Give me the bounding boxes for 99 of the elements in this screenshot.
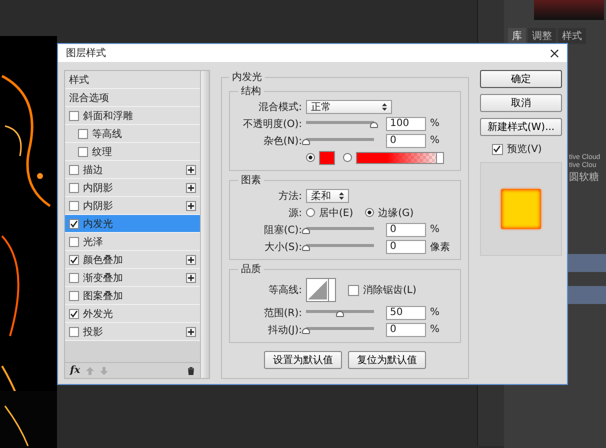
slider-thumb[interactable] (370, 122, 378, 128)
panel-tab[interactable]: 样式 (558, 28, 586, 44)
stepper-icon (339, 192, 344, 200)
radio-button[interactable] (365, 208, 374, 217)
action-button[interactable]: 取消 (480, 94, 562, 112)
style-item[interactable]: 等高线 (65, 125, 200, 143)
option-label: 居中(E) (319, 206, 354, 220)
style-item[interactable]: 图案叠加 (65, 287, 200, 305)
checkbox[interactable] (69, 326, 79, 336)
group-title: 结构 (240, 84, 262, 98)
value-field[interactable]: 0 (386, 240, 426, 254)
style-item[interactable]: 渐变叠加 (65, 269, 200, 287)
style-item[interactable]: 样式 (65, 71, 200, 89)
unit-label: % (430, 118, 440, 129)
group-title: 内发光 (231, 70, 263, 84)
style-item[interactable]: 描边 (65, 161, 200, 179)
close-icon[interactable] (550, 48, 559, 58)
checkbox[interactable] (78, 128, 88, 138)
field-label: 等高线: (268, 284, 302, 297)
slider-thumb[interactable] (302, 244, 310, 250)
style-item[interactable]: 混合选项 (65, 89, 200, 107)
add-icon[interactable] (186, 326, 196, 336)
panel-tab[interactable]: 调整 (528, 28, 556, 44)
group-title: 图素 (240, 174, 262, 187)
color-field[interactable] (534, 0, 604, 20)
fx-button[interactable]: fx (70, 365, 80, 376)
checkbox[interactable] (69, 272, 79, 282)
add-icon[interactable] (186, 164, 196, 174)
trash-icon[interactable] (187, 366, 195, 374)
style-item[interactable]: 斜面和浮雕 (65, 107, 200, 125)
radio-button[interactable] (306, 153, 315, 162)
radio-button[interactable] (343, 153, 352, 162)
field-label: 源: (288, 206, 302, 220)
panel-tab[interactable]: 库 (508, 28, 526, 44)
field-label: 阻塞(C): (262, 224, 302, 236)
blend-mode-dropdown[interactable]: 正常 (306, 100, 392, 114)
checkbox-label: 预览(V) (507, 143, 542, 156)
unit-label: % (430, 224, 440, 235)
checkbox[interactable] (348, 284, 359, 296)
action-button[interactable]: 新建样式(W)... (480, 118, 562, 136)
field-label: 不透明度(O): (242, 118, 302, 130)
default-button[interactable]: 复位为默认值 (348, 351, 426, 369)
group-title: 品质 (240, 262, 262, 276)
value-field[interactable]: 50 (386, 306, 426, 320)
unit-label: % (430, 307, 440, 318)
checkbox[interactable] (69, 308, 79, 318)
checkbox[interactable] (69, 218, 79, 228)
checkbox[interactable] (492, 144, 504, 154)
value-field[interactable]: 0 (386, 134, 426, 148)
checkbox[interactable] (69, 200, 79, 210)
window-title: 图层样式 (66, 46, 107, 60)
unit-label: 像素 (430, 240, 450, 254)
checkbox[interactable] (69, 236, 79, 246)
slider-thumb[interactable] (302, 328, 310, 334)
technique-dropdown[interactable]: 柔和 (306, 188, 349, 202)
slider-thumb[interactable] (302, 138, 310, 144)
value-field[interactable]: 0 (386, 222, 426, 236)
preview-swatch (501, 189, 541, 229)
slider-thumb[interactable] (302, 228, 310, 234)
style-item[interactable]: 光泽 (65, 233, 200, 251)
style-item[interactable]: 纹理 (65, 143, 200, 161)
default-button[interactable]: 设置为默认值 (264, 351, 342, 369)
gradient-picker[interactable] (356, 152, 444, 164)
option-label: 边缘(G) (378, 206, 414, 220)
style-item[interactable]: 投影 (65, 323, 200, 341)
action-button[interactable]: 确定 (480, 70, 562, 88)
checkbox[interactable] (69, 164, 79, 174)
add-icon[interactable] (186, 200, 196, 210)
field-label: 混合模式: (258, 100, 302, 114)
panel-text: 圆软糖 (569, 170, 599, 184)
add-icon[interactable] (186, 272, 196, 282)
stepper-icon (382, 102, 387, 110)
checkbox-label: 消除锯齿(L) (363, 284, 416, 297)
value-field[interactable]: 100 (386, 116, 426, 130)
checkbox[interactable] (69, 110, 79, 120)
scroll-bar[interactable] (200, 71, 209, 378)
radio-button[interactable] (306, 208, 315, 217)
style-item[interactable]: 内阴影 (65, 179, 200, 197)
field-label: 抖动(J): (266, 324, 302, 336)
field-label: 范围(R): (262, 306, 302, 320)
value-field[interactable]: 0 (386, 322, 426, 336)
color-swatch[interactable] (319, 150, 335, 164)
unit-label: % (430, 135, 440, 146)
add-icon[interactable] (186, 182, 196, 192)
checkbox[interactable] (69, 182, 79, 192)
contour-picker[interactable] (306, 278, 336, 302)
slider-thumb[interactable] (336, 310, 344, 316)
style-item[interactable]: 外发光 (65, 305, 200, 323)
field-label: 大小(S): (263, 240, 302, 254)
style-item[interactable]: 内发光 (65, 215, 200, 233)
field-label: 杂色(N): (262, 134, 302, 148)
checkbox[interactable] (78, 146, 88, 156)
field-label: 方法: (278, 190, 302, 202)
add-icon[interactable] (186, 254, 196, 264)
unit-label: % (430, 324, 440, 335)
style-item[interactable]: 内阴影 (65, 197, 200, 215)
checkbox[interactable] (69, 290, 79, 300)
checkbox[interactable] (69, 254, 79, 264)
style-item[interactable]: 颜色叠加 (65, 251, 200, 269)
